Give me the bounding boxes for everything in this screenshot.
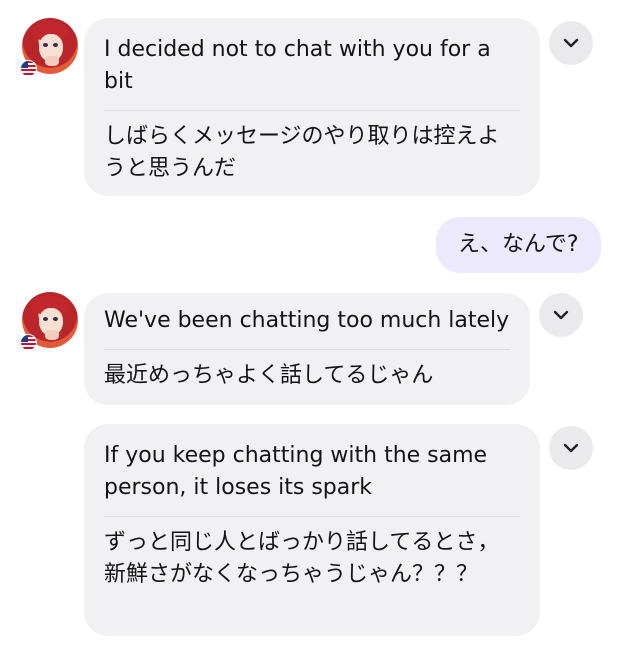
message-japanese-text: しばらくメッセージのやり取りは控えようと思うんだ <box>104 124 500 181</box>
expand-button[interactable] <box>549 426 593 470</box>
sent-message-bubble[interactable]: え、なんで? <box>436 217 601 273</box>
expand-button[interactable] <box>539 293 583 337</box>
us-flag-icon <box>20 334 37 351</box>
message-bubble[interactable]: If you keep chatting with the same perso… <box>84 424 540 636</box>
message-bubble[interactable]: I decided not to chat with you for a bit… <box>84 18 540 196</box>
message-english-text: I decided not to chat with you for a bit <box>104 37 491 94</box>
message-divider <box>104 349 510 350</box>
us-flag-icon <box>20 60 37 77</box>
chevron-down-icon <box>553 310 569 320</box>
expand-button[interactable] <box>549 21 593 65</box>
sent-message-text: え、なんで? <box>458 232 579 257</box>
chevron-down-icon <box>563 38 579 48</box>
message-english-text: If you keep chatting with the same perso… <box>104 443 488 500</box>
message-japanese-text: ずっと同じ人とばっかり話してるとさ，新鮮さがなくなっちゃうじゃん？？？ <box>104 530 500 587</box>
message-japanese-text: 最近めっちゃよく話してるじゃん <box>104 363 434 388</box>
message-bubble[interactable]: We've been chatting too much lately 最近めっ… <box>84 293 530 405</box>
chevron-down-icon <box>563 443 579 453</box>
message-divider <box>104 516 520 517</box>
message-divider <box>104 110 520 111</box>
message-english-text: We've been chatting too much lately <box>104 308 510 333</box>
